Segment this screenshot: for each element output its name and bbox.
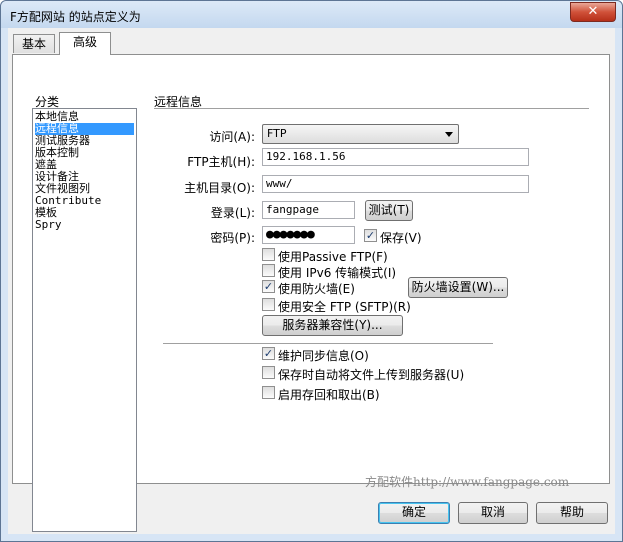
advanced-tab-panel: 分类 本地信息 远程信息 测试服务器 版本控制 遮盖 设计备注 文件视图列 Co… [12, 54, 610, 532]
checkmark-icon: ✓ [263, 280, 274, 293]
dialog-client-area: 基本 高级 分类 本地信息 远程信息 测试服务器 版本控制 遮盖 设计备注 文件… [8, 28, 615, 534]
help-button[interactable]: 帮助 [536, 502, 608, 524]
password-input[interactable]: ●●●●●●● [262, 226, 355, 244]
save-password-label: 保存(V) [380, 231, 422, 245]
watermark-text: 方配软件http://www.fangpage.com [365, 475, 570, 489]
firewall-checkbox[interactable]: ✓ [262, 280, 275, 293]
cancel-button[interactable]: 取消 [458, 502, 528, 524]
access-select[interactable]: FTP [262, 124, 459, 144]
close-button[interactable]: ✕ [570, 2, 616, 22]
ok-button[interactable]: 确定 [378, 502, 450, 524]
checkmark-icon: ✓ [263, 347, 274, 360]
login-input[interactable]: fangpage [262, 201, 355, 219]
options-divider [163, 343, 493, 345]
ipv6-label: 使用 IPv6 传输模式(I) [278, 266, 397, 280]
access-label: 访问(A): [209, 130, 255, 144]
host-directory-label: 主机目录(O): [184, 181, 255, 195]
host-directory-input[interactable]: www/ [262, 175, 529, 193]
tab-basic[interactable]: 基本 [13, 34, 55, 53]
access-select-value: FTP [267, 127, 287, 140]
sftp-label: 使用安全 FTP (SFTP)(R) [278, 300, 411, 314]
ftp-host-label: FTP主机(H): [187, 155, 255, 169]
window-title: F方配网站 的站点定义为 [10, 10, 141, 24]
ipv6-checkbox[interactable] [262, 264, 275, 277]
maintain-sync-checkbox[interactable]: ✓ [262, 347, 275, 360]
chevron-down-icon [445, 132, 453, 137]
maintain-sync-label: 维护同步信息(O) [278, 349, 369, 363]
test-button[interactable]: 测试(T) [365, 200, 413, 221]
passive-ftp-label: 使用Passive FTP(F) [278, 250, 388, 264]
server-compatibility-button[interactable]: 服务器兼容性(Y)... [262, 315, 403, 336]
firewall-settings-button[interactable]: 防火墙设置(W)... [408, 277, 508, 298]
check-in-out-label: 启用存回和取出(B) [278, 388, 380, 402]
title-bar[interactable]: F方配网站 的站点定义为 ✕ [1, 1, 622, 28]
site-definition-dialog: F方配网站 的站点定义为 ✕ 基本 高级 分类 本地信息 远程信息 测试服务器 … [0, 0, 623, 542]
section-divider [154, 108, 589, 110]
save-password-checkbox[interactable]: ✓ [364, 229, 377, 242]
passive-ftp-checkbox[interactable] [262, 248, 275, 261]
auto-upload-checkbox[interactable] [262, 366, 275, 379]
ftp-host-input[interactable]: 192.168.1.56 [262, 148, 529, 166]
login-label: 登录(L): [210, 206, 255, 220]
password-label: 密码(P): [210, 231, 255, 245]
category-list[interactable]: 本地信息 远程信息 测试服务器 版本控制 遮盖 设计备注 文件视图列 Contr… [32, 108, 137, 532]
checkmark-icon: ✓ [365, 229, 376, 242]
check-in-out-checkbox[interactable] [262, 386, 275, 399]
tab-advanced[interactable]: 高级 [59, 32, 111, 55]
auto-upload-label: 保存时自动将文件上传到服务器(U) [278, 368, 465, 382]
category-item-spry[interactable]: Spry [35, 219, 134, 231]
firewall-label: 使用防火墙(E) [278, 282, 355, 296]
sftp-checkbox[interactable] [262, 298, 275, 311]
